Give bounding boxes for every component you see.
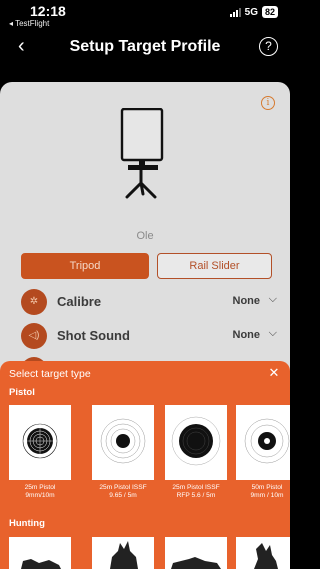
tripod-button[interactable]: Tripod [21, 253, 149, 279]
chevron-down-icon: ⌵ [268, 327, 277, 339]
help-button[interactable]: ? [259, 37, 278, 56]
target-card[interactable]: 25m Pistol 9mm/10m [9, 405, 71, 500]
battery-icon: 82 [261, 6, 278, 18]
navigation-bar: ‹ Setup Target Profile ? [0, 32, 290, 64]
shot-sound-value: None [232, 329, 261, 341]
target-caption-line2: 9mm / 10m [250, 492, 284, 499]
target-thumbnail [9, 405, 71, 480]
hunting-target-card[interactable] [9, 537, 71, 569]
profile-name: Ole [136, 230, 154, 242]
hunting-targets-list [9, 537, 290, 569]
calibre-row[interactable]: ✲ Calibre None ⌵ [21, 289, 283, 315]
hunting-target-card[interactable] [236, 537, 290, 569]
pistol-targets-list: 25m Pistol 9mm/10m 25m Pistol ISSF 9.65 … [9, 405, 290, 517]
sound-icon: ◁) [21, 323, 47, 349]
status-time: 12:18 [30, 3, 66, 19]
rail-slider-button[interactable]: Rail Slider [157, 253, 272, 279]
target-thumbnail [92, 405, 154, 480]
target-caption-line1: 25m Pistol [24, 484, 56, 491]
target-caption-line2: 9.65 / 5m [109, 492, 137, 499]
target-thumbnail [165, 405, 227, 480]
calibre-icon: ✲ [21, 289, 47, 315]
calibre-value: None [232, 295, 261, 307]
target-caption-line1: 25m Pistol ISSF [172, 484, 220, 491]
network-label: 5G [244, 6, 258, 18]
status-bar: 12:18 ◂ TestFlight 5G 82 [0, 0, 290, 32]
hunting-target-card[interactable] [92, 537, 154, 569]
chevron-down-icon: ⌵ [268, 293, 277, 305]
target-card[interactable]: 25m Pistol ISSF 9.65 / 5m [92, 405, 154, 500]
status-indicators: 5G 82 [229, 6, 278, 18]
shot-sound-label: Shot Sound [57, 328, 130, 343]
section-hunting: Hunting [9, 518, 45, 529]
target-caption-line2: RFP 5.6 / 5m [176, 492, 216, 499]
target-thumbnail [236, 405, 290, 480]
calibre-label: Calibre [57, 294, 102, 309]
target-caption-line2: 9mm/10m [25, 492, 55, 499]
signal-icon [229, 7, 241, 17]
hunting-target-card[interactable] [165, 537, 227, 569]
target-card[interactable]: 50m Pistol 9mm / 10m [236, 405, 290, 500]
target-type-picker: Select target type ✕ Pistol 25m Pistol 9… [0, 361, 290, 569]
back-to-app-link[interactable]: ◂ TestFlight [9, 19, 49, 28]
target-card[interactable]: 25m Pistol ISSF RFP 5.6 / 5m [165, 405, 227, 500]
section-pistol: Pistol [9, 387, 35, 398]
page-title: Setup Target Profile [69, 38, 221, 55]
close-button[interactable]: ✕ [267, 365, 281, 380]
info-icon[interactable]: i [261, 96, 275, 110]
shot-sound-row[interactable]: ◁) Shot Sound None ⌵ [21, 323, 283, 349]
target-caption-line1: 50m Pistol [251, 484, 283, 491]
picker-title: Select target type [9, 368, 91, 380]
target-caption-line1: 25m Pistol ISSF [99, 484, 147, 491]
target-stand-icon [120, 108, 164, 199]
